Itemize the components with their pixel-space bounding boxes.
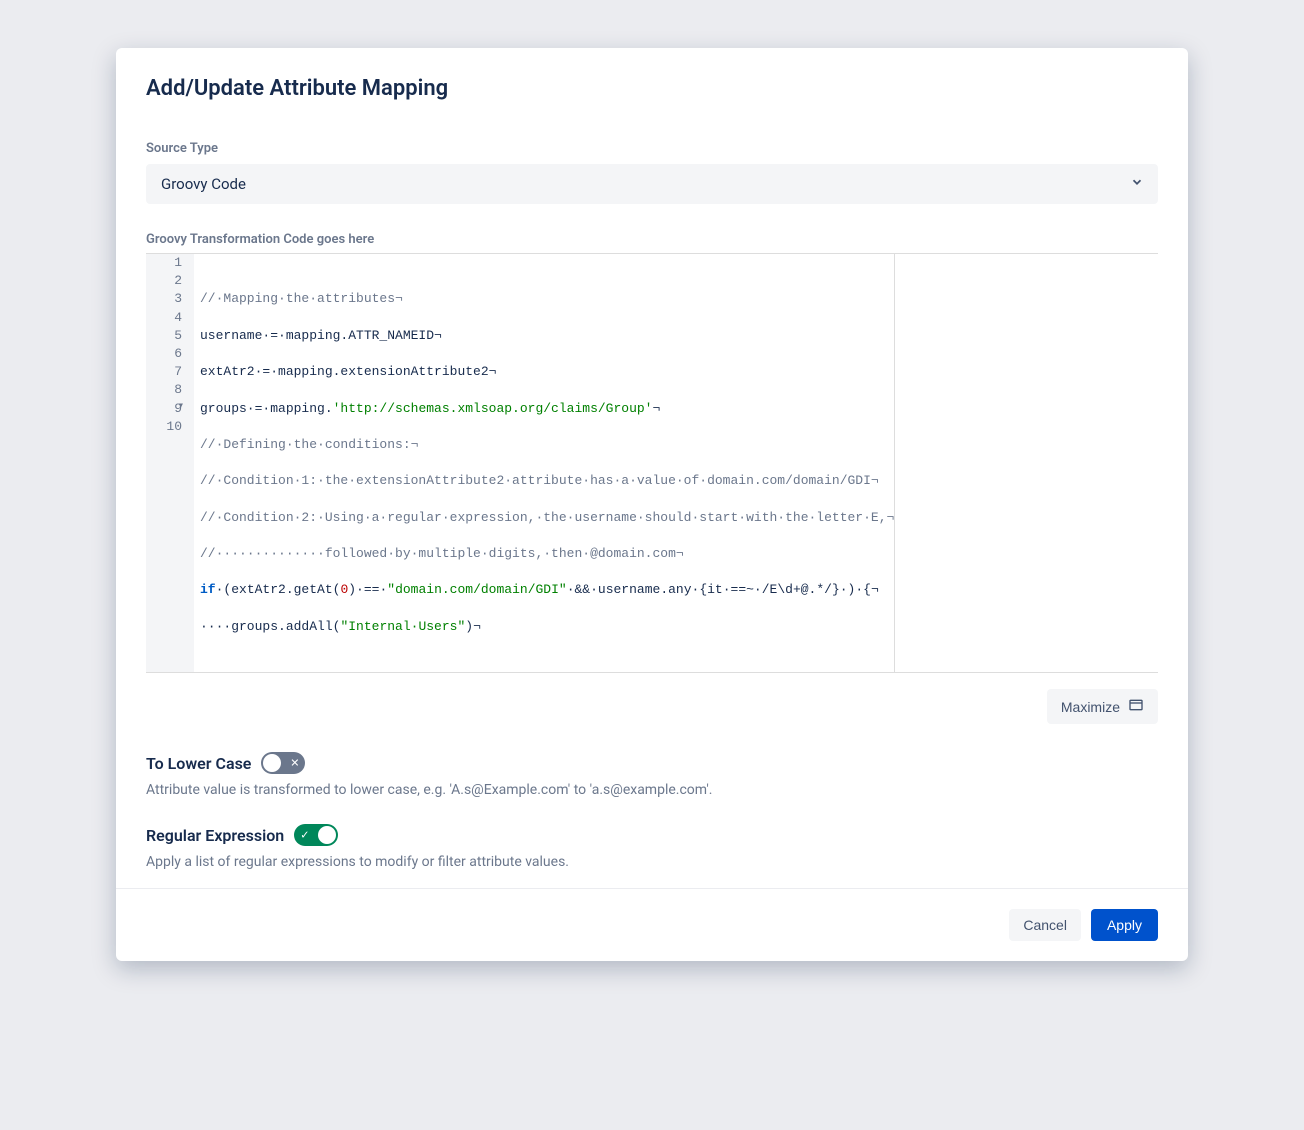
- section-regex: Regular Expression ✓ Apply a list of reg…: [146, 824, 1158, 888]
- regex-title: Regular Expression: [146, 826, 284, 845]
- code-gutter: 12345678910: [146, 254, 194, 672]
- code-editor-label: Groovy Transformation Code goes here: [146, 232, 1158, 247]
- code-editor[interactable]: 12345678910 ▾ //·Mapping·the·attributes¬…: [146, 253, 1158, 673]
- section-lower-case: To Lower Case ✕ Attribute value is trans…: [146, 752, 1158, 798]
- dialog-footer: Cancel Apply: [116, 888, 1188, 961]
- x-icon: ✕: [290, 758, 299, 769]
- dialog-body: Add/Update Attribute Mapping Source Type…: [116, 48, 1188, 888]
- apply-button[interactable]: Apply: [1091, 909, 1158, 941]
- lower-case-title: To Lower Case: [146, 754, 251, 773]
- regex-desc: Apply a list of regular expressions to m…: [146, 854, 1158, 870]
- source-type-select[interactable]: Groovy Code: [146, 164, 1158, 204]
- source-type-select-wrap: Groovy Code: [146, 164, 1158, 204]
- lower-case-toggle[interactable]: ✕: [261, 752, 305, 774]
- maximize-button[interactable]: Maximize: [1047, 689, 1158, 724]
- source-type-label: Source Type: [146, 141, 1158, 156]
- check-icon: ✓: [300, 830, 309, 841]
- fold-marker-icon[interactable]: ▾: [178, 400, 184, 414]
- maximize-label: Maximize: [1061, 699, 1120, 715]
- attribute-mapping-dialog: Add/Update Attribute Mapping Source Type…: [116, 48, 1188, 961]
- lower-case-desc: Attribute value is transformed to lower …: [146, 782, 1158, 798]
- maximize-icon: [1128, 697, 1144, 716]
- regex-toggle[interactable]: ✓: [294, 824, 338, 846]
- code-content[interactable]: //·Mapping·the·attributes¬ username·=·ma…: [194, 254, 1158, 672]
- dialog-title: Add/Update Attribute Mapping: [146, 76, 1158, 101]
- maximize-row: Maximize: [146, 689, 1158, 724]
- cancel-button[interactable]: Cancel: [1009, 909, 1081, 941]
- print-margin: [894, 254, 895, 672]
